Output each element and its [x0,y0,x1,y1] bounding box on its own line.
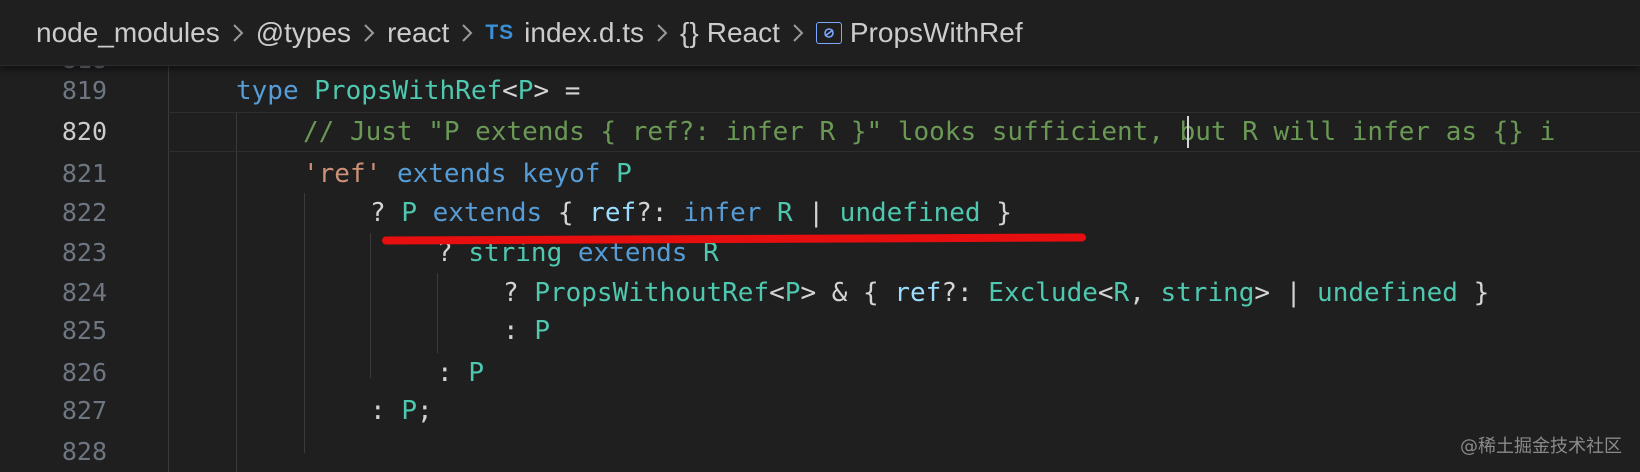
type-token: Exclude [988,278,1098,308]
code-line[interactable]: ? P extends { ref?: infer R | undefined … [370,193,1012,233]
code-line[interactable]: // Just "P extends { ref?: infer R }" lo… [303,112,1555,152]
punctuation-token [600,159,616,189]
chevron-right-icon [363,23,375,43]
type-token: PropsWithoutRef [534,278,770,308]
code-line[interactable]: : P; [370,391,433,431]
type-token: P [401,396,417,426]
chevron-right-icon [792,23,804,43]
indent-guide [437,273,438,353]
punctuation-token: < [502,76,518,106]
property-token: ref [589,198,637,228]
type-token: P [517,76,534,106]
punctuation-token [417,198,433,228]
punctuation-token: ; [416,396,433,426]
punctuation-token: : [437,358,469,388]
breadcrumb-item-symbol[interactable]: PropsWithRef [815,17,1023,49]
keyword-token: infer [683,198,762,228]
type-parameter-icon [815,21,842,44]
line-number: 825 [61,316,107,345]
type-token: undefined [1317,278,1458,308]
red-underline-annotation [381,233,1087,245]
type-token: R [777,198,793,228]
code-line[interactable]: : P [503,311,550,351]
string-token: 'ref' [303,159,382,189]
keyword-token: extends [432,198,543,228]
code-editor[interactable]: 818 819 820 821 822 823 824 825 826 827 … [0,0,1640,472]
line-number: 819 [61,76,107,105]
type-token: P [784,278,801,308]
type-token: P [468,358,484,388]
type-token: P [616,159,632,189]
code-line[interactable]: : P [437,353,484,393]
code-line[interactable]: ? PropsWithoutRef<P> & { ref?: Exclude<R… [503,273,1489,313]
line-number: 824 [61,278,107,307]
breadcrumb-item-namespace[interactable]: {} React [680,17,780,49]
chevron-right-icon [232,23,244,43]
punctuation-token [381,159,397,189]
namespace-icon: {} [680,16,699,48]
line-number: 822 [61,198,107,227]
indent-guide [304,193,305,453]
typescript-file-icon: TS [485,20,515,44]
line-number: 826 [61,358,107,387]
code-line[interactable]: type PropsWithRef<P> = [236,71,580,111]
line-number: 823 [61,238,107,267]
watermark: @稀土掘金技术社区 [1460,436,1622,457]
line-number-gutter: 818 819 820 821 822 823 824 825 826 827 … [0,0,150,472]
chevron-right-icon [461,23,473,43]
line-number-active: 820 [61,117,107,146]
type-token: string [1160,278,1255,308]
punctuation-token: } [980,198,1012,228]
punctuation-token: < [1097,278,1114,308]
punctuation-token [507,159,523,189]
breadcrumb-item-file[interactable]: TS index.d.ts [485,17,644,49]
indent-guide [370,233,371,378]
type-token: PropsWithRef [314,76,503,106]
text-cursor [1187,116,1189,148]
type-token: undefined [839,198,981,228]
punctuation-token: ? [503,278,535,308]
line-number: 828 [61,437,107,466]
punctuation-token: | [792,198,840,228]
breadcrumb-item-react[interactable]: react [387,17,449,49]
punctuation-token: ?: [941,278,989,308]
punctuation-token [761,198,777,228]
keyword-token: type [236,76,299,106]
chevron-right-icon [656,23,668,43]
punctuation-token: > & { [800,278,895,308]
punctuation-token: , [1129,278,1161,308]
line-number: 821 [61,159,107,188]
punctuation-token: > = [533,76,581,106]
breadcrumb-item-types[interactable]: @types [256,17,351,49]
punctuation-token: : [370,396,402,426]
punctuation-token: } [1457,278,1490,308]
punctuation-token: ? [370,198,402,228]
type-token: P [401,198,417,228]
keyword-token: keyof [522,159,601,189]
comment-token: // Just "P extends { ref?: infer R }" lo… [303,117,1556,147]
punctuation-token: < [769,278,785,308]
punctuation-token: > | [1254,278,1318,308]
punctuation-token: : [503,316,535,346]
line-number: 827 [61,396,107,425]
indent-guide [236,112,237,472]
type-token: P [534,316,550,346]
breadcrumb-item-node-modules[interactable]: node_modules [36,17,220,49]
punctuation-token [299,76,315,106]
breadcrumb: node_modules @types react TS index.d.ts … [0,0,1640,66]
punctuation-token: { [542,198,590,228]
keyword-token: extends [396,159,507,189]
code-line[interactable]: 'ref' extends keyof P [303,154,632,194]
type-token: R [1113,278,1130,308]
punctuation-token: ?: [636,198,684,228]
property-token: ref [894,278,942,308]
